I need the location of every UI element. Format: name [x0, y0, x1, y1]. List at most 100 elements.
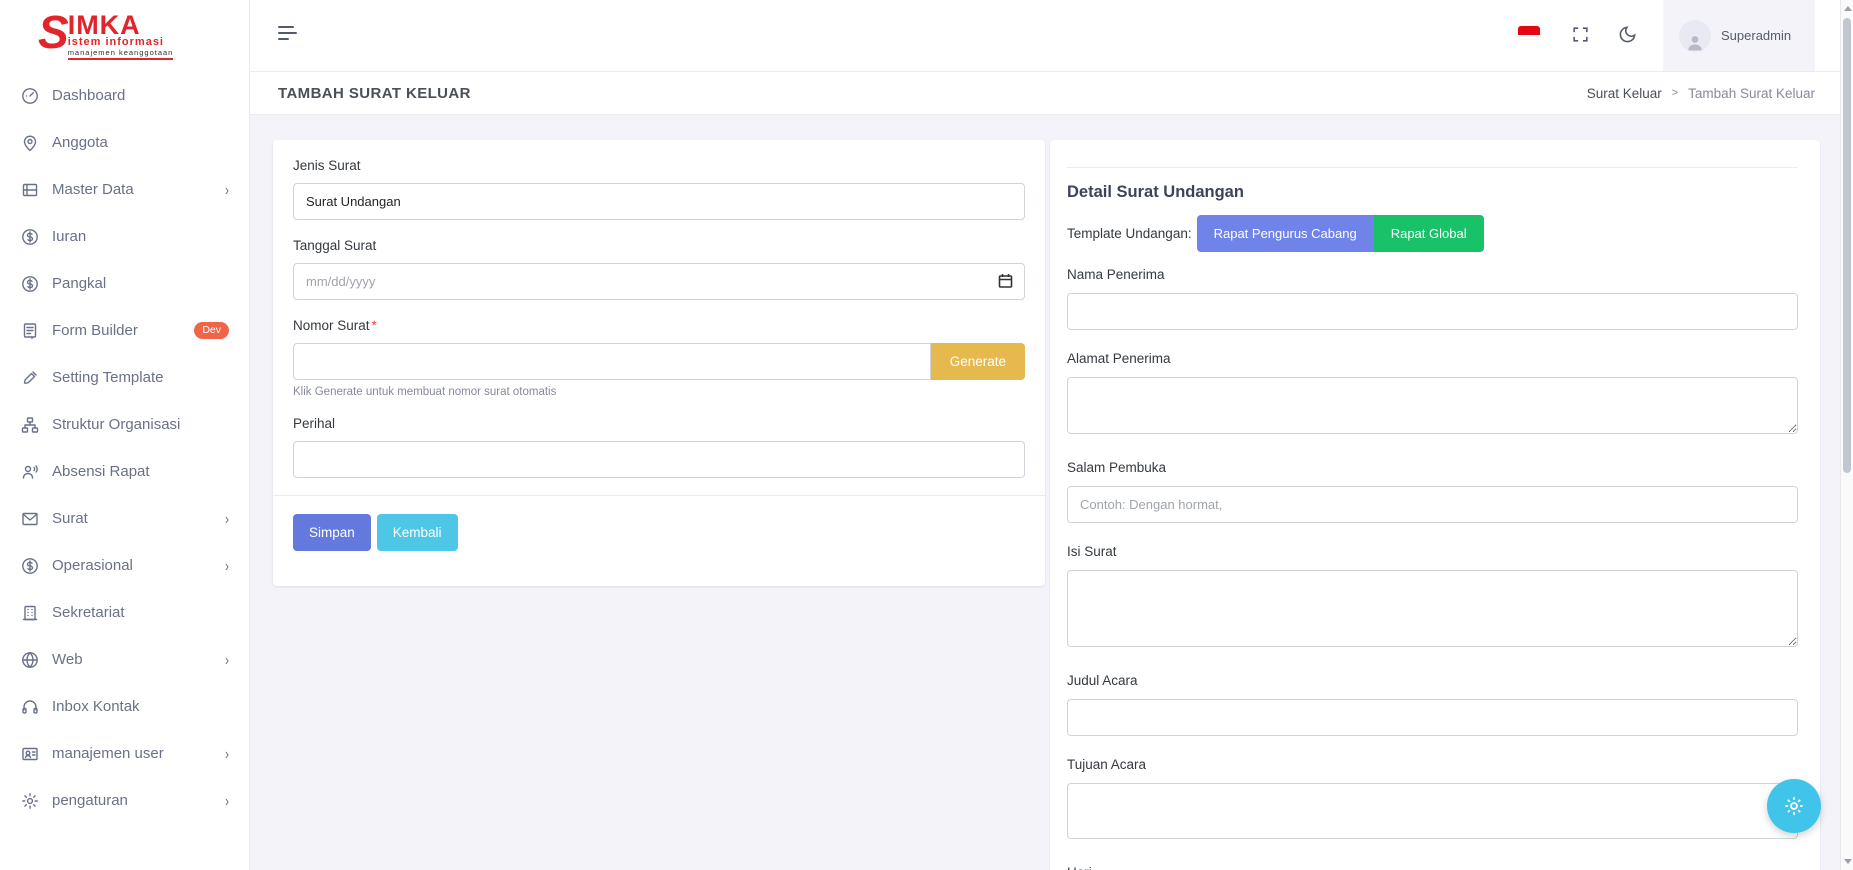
user-name: Superadmin — [1721, 28, 1791, 43]
sidebar-item-surat[interactable]: Surat › — [0, 495, 249, 542]
sidebar-item-label: Operasional — [52, 557, 217, 574]
brand-logo-text: IMKA istem informasi manajemen keanggota… — [68, 14, 174, 60]
sidebar-item-label: Struktur Organisasi — [52, 416, 229, 433]
brand-tagline-1: istem informasi — [68, 37, 174, 48]
sidebar-item-label: Setting Template — [52, 369, 229, 386]
perihal-label: Perihal — [293, 415, 1025, 433]
dark-mode-moon-icon[interactable] — [1615, 22, 1639, 46]
sidebar-item-inbox-kontak[interactable]: Inbox Kontak — [0, 683, 249, 730]
nomor-surat-label: Nomor Surat* — [293, 317, 1025, 335]
sidebar-item-label: Inbox Kontak — [52, 698, 229, 715]
isi-surat-label: Isi Surat — [1067, 543, 1798, 561]
page-scrollbar[interactable] — [1840, 0, 1853, 870]
sidebar-item-operasional[interactable]: Operasional › — [0, 542, 249, 589]
user-menu[interactable]: Superadmin — [1663, 0, 1815, 71]
sidebar-item-label: Form Builder — [52, 322, 186, 339]
chevron-right-icon: › — [225, 180, 229, 198]
sidebar-item-anggota[interactable]: Anggota — [0, 119, 249, 166]
coin-icon — [21, 275, 39, 293]
tujuan-acara-label: Tujuan Acara — [1067, 756, 1798, 774]
sidebar-item-label: Iuran — [52, 228, 229, 245]
mail-icon — [21, 510, 39, 528]
sidebar-item-label: Surat — [52, 510, 217, 527]
sidebar-item-form-builder[interactable]: Form Builder Dev — [0, 307, 249, 354]
sidebar-item-absensi-rapat[interactable]: Absensi Rapat — [0, 448, 249, 495]
sidebar-item-web[interactable]: Web› — [0, 636, 249, 683]
jenis-surat-input[interactable] — [293, 183, 1025, 220]
sidebar-item-pengaturan[interactable]: pengaturan › — [0, 777, 249, 824]
alamat-penerima-label: Alamat Penerima — [1067, 350, 1798, 368]
sidebar-item-label: Sekretariat — [52, 604, 229, 621]
chevron-right-icon: › — [225, 791, 229, 809]
sidebar-item-pangkal[interactable]: Pangkal — [0, 260, 249, 307]
scrollbar-down-arrow-icon[interactable] — [1844, 859, 1852, 864]
gear-icon — [21, 792, 39, 810]
sidebar-item-label: Master Data — [52, 181, 217, 198]
tanggal-surat-input[interactable] — [293, 263, 1025, 300]
sidebar-item-label: Dashboard — [52, 87, 229, 104]
scrollbar-up-arrow-icon[interactable] — [1844, 6, 1852, 11]
sidebar-item-master-data[interactable]: Master Data › — [0, 166, 249, 213]
brand-name: IMKA — [68, 14, 174, 36]
sidebar-item-manajemen-user[interactable]: manajemen user› — [0, 730, 249, 777]
sidebar-item-sekretariat[interactable]: Sekretariat — [0, 589, 249, 636]
nama-penerima-input[interactable] — [1067, 293, 1798, 330]
dev-badge: Dev — [194, 322, 229, 339]
template-rapat-pengurus-cabang-button[interactable]: Rapat Pengurus Cabang — [1197, 215, 1374, 252]
idcard-icon — [21, 745, 39, 763]
sidebar-menu: Dashboard Anggota Master Data › Iuran Pangkal… — [0, 71, 249, 824]
detail-surat-card: Detail Surat Undangan Template Undangan:… — [1050, 140, 1820, 870]
kembali-button[interactable]: Kembali — [377, 514, 458, 551]
pin-icon — [21, 134, 39, 152]
brand-logo[interactable]: S IMKA istem informasi manajemen keanggo… — [0, 0, 249, 71]
sidebar-item-label: Pangkal — [52, 275, 229, 292]
generate-button[interactable]: Generate — [931, 343, 1025, 380]
scrollbar-thumb[interactable] — [1843, 18, 1851, 473]
detail-heading: Detail Surat Undangan — [1067, 182, 1798, 202]
salam-pembuka-label: Salam Pembuka — [1067, 459, 1798, 477]
judul-acara-input[interactable] — [1067, 699, 1798, 736]
chevron-right-icon: › — [225, 509, 229, 527]
globe-icon — [21, 651, 39, 669]
simpan-button[interactable]: Simpan — [293, 514, 371, 551]
topbar: Superadmin — [250, 0, 1853, 71]
template-undangan-label: Template Undangan: — [1067, 226, 1192, 241]
page-title-bar: TAMBAH SURAT KELUAR Surat Keluar > Tamba… — [250, 71, 1853, 115]
sidebar-item-label: manajemen user — [52, 745, 217, 762]
salam-pembuka-input[interactable] — [1067, 486, 1798, 523]
speaker-person-icon — [21, 463, 39, 481]
page-title: TAMBAH SURAT KELUAR — [278, 85, 471, 102]
sidebar-item-dashboard[interactable]: Dashboard — [0, 72, 249, 119]
file-icon — [21, 322, 39, 340]
gear-icon — [1783, 795, 1805, 817]
coin-icon — [21, 228, 39, 246]
sidebar-item-label: pengaturan — [52, 792, 217, 809]
surat-keluar-form-card: Jenis Surat Tanggal Surat Nomor Surat* G… — [273, 140, 1045, 586]
judul-acara-label: Judul Acara — [1067, 672, 1798, 690]
sitemap-icon — [21, 416, 39, 434]
brand-tagline-2: manajemen keanggotaan — [68, 48, 174, 60]
alamat-penerima-textarea[interactable] — [1067, 377, 1798, 434]
breadcrumb-current: Tambah Surat Keluar — [1688, 86, 1815, 101]
nomor-surat-input[interactable] — [293, 343, 931, 380]
sidebar-item-iuran[interactable]: Iuran — [0, 213, 249, 260]
tujuan-acara-textarea[interactable] — [1067, 783, 1798, 839]
sidebar-item-label: Anggota — [52, 134, 229, 151]
perihal-input[interactable] — [293, 441, 1025, 478]
table-icon — [21, 181, 39, 199]
chevron-right-icon: › — [225, 556, 229, 574]
sidebar-item-struktur-organisasi[interactable]: Struktur Organisasi — [0, 401, 249, 448]
breadcrumb-parent[interactable]: Surat Keluar — [1587, 86, 1662, 101]
isi-surat-textarea[interactable] — [1067, 570, 1798, 647]
building-icon — [21, 604, 39, 622]
language-flag-icon[interactable] — [1518, 26, 1540, 39]
fullscreen-icon[interactable] — [1568, 22, 1592, 46]
nama-penerima-label: Nama Penerima — [1067, 266, 1798, 284]
sidebar-item-setting-template[interactable]: Setting Template — [0, 354, 249, 401]
sidebar: S IMKA istem informasi manajemen keanggo… — [0, 0, 250, 870]
required-asterisk: * — [372, 318, 377, 333]
settings-fab-button[interactable] — [1767, 779, 1821, 833]
template-rapat-global-button[interactable]: Rapat Global — [1374, 215, 1484, 252]
hamburger-menu-icon[interactable] — [278, 26, 298, 44]
avatar — [1679, 20, 1711, 52]
